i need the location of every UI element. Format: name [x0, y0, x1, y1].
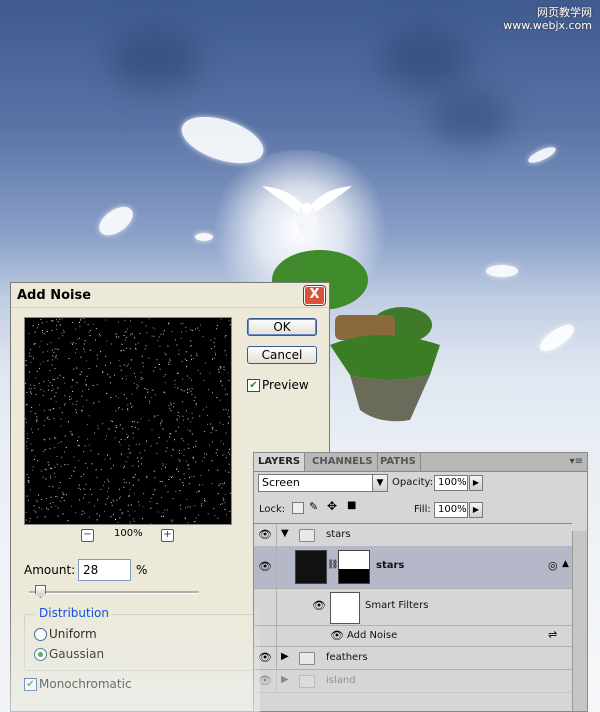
blend-mode-value: Screen	[262, 476, 300, 489]
add-noise-label: Add Noise	[347, 630, 398, 641]
monochromatic-checkbox[interactable]: ✔	[24, 678, 37, 691]
feather	[195, 233, 213, 241]
filter-mask-thumbnail	[330, 592, 360, 624]
check-icon: ✔	[26, 679, 35, 690]
fill-input[interactable]: 100%	[434, 502, 468, 518]
eye-column	[254, 589, 277, 625]
lock-move-icon[interactable]: ✥	[327, 499, 337, 513]
floating-island	[330, 307, 440, 422]
watermark-line-1: 网页教学网	[537, 6, 592, 19]
tab-channels[interactable]: CHANNELS	[308, 453, 378, 471]
eye-icon[interactable]: 👁	[256, 651, 274, 664]
lock-transparent-icon[interactable]	[292, 502, 304, 514]
eye-icon[interactable]: 👁	[330, 629, 344, 642]
close-button[interactable]: X	[304, 286, 325, 305]
expand-arrow-icon[interactable]: ▼	[281, 528, 289, 539]
zoom-level: 100%	[114, 528, 143, 539]
dark-cloud	[380, 30, 470, 90]
layers-panel: LAYERS CHANNELS PATHS ▾≡ Screen ▼ Opacit…	[253, 452, 588, 712]
expand-arrow-icon[interactable]: ▶	[281, 674, 289, 685]
check-icon: ✔	[249, 380, 258, 391]
amount-slider-thumb[interactable]	[35, 585, 46, 598]
chevron-down-icon: ▼	[372, 475, 387, 491]
distribution-label: Distribution	[35, 606, 114, 620]
cancel-button[interactable]: Cancel	[247, 346, 317, 364]
chain-link-icon[interactable]: ⛓	[327, 560, 338, 570]
zoom-in-button[interactable]: +	[161, 529, 174, 542]
layer-row-stars-group[interactable]: 👁 ▼ stars	[254, 523, 572, 547]
preview-label: Preview	[262, 378, 309, 392]
gaussian-label: Gaussian	[49, 647, 105, 661]
layer-thumbnail	[295, 550, 327, 584]
amount-unit: %	[136, 563, 148, 577]
blend-mode-select[interactable]: Screen ▼	[258, 474, 388, 492]
monochromatic-label: Monochromatic	[39, 677, 132, 691]
preview-checkbox[interactable]: ✔	[247, 379, 260, 392]
opacity-input[interactable]: 100%	[434, 475, 468, 491]
layer-row-island-group[interactable]: 👁 ▶ island	[254, 670, 572, 693]
dialog-titlebar[interactable]: Add Noise	[11, 283, 329, 308]
add-noise-filter-row[interactable]: 👁 Add Noise ⇌	[254, 626, 572, 647]
layer-mask-thumbnail	[338, 550, 370, 584]
zoom-out-button[interactable]: −	[81, 529, 94, 542]
noise-preview-image	[25, 318, 231, 524]
lock-label: Lock:	[259, 504, 286, 515]
lock-paint-icon[interactable]: ✎	[309, 500, 318, 513]
filter-blending-icon[interactable]: ⇌	[548, 628, 557, 641]
dove	[262, 186, 352, 236]
smart-filters-row[interactable]: 👁 Smart Filters	[254, 589, 572, 626]
watermark: 网页教学网 www.webjx.com	[503, 6, 592, 32]
layer-name: feathers	[326, 652, 368, 663]
layers-scrollbar[interactable]	[572, 531, 587, 711]
dark-cloud	[110, 30, 200, 90]
amount-input[interactable]: 28	[78, 559, 131, 581]
uniform-label: Uniform	[49, 627, 97, 641]
dark-cloud	[430, 90, 510, 145]
panel-menu-icon[interactable]: ▾≡	[570, 456, 583, 467]
folder-icon	[299, 652, 315, 665]
folder-icon	[299, 675, 315, 688]
collapse-arrow-icon[interactable]: ▲	[562, 559, 569, 569]
folder-icon	[299, 529, 315, 542]
panel-tabs: LAYERS CHANNELS PATHS ▾≡	[254, 453, 587, 472]
opacity-label: Opacity:	[392, 477, 434, 488]
feather	[486, 265, 518, 277]
amount-label: Amount:	[24, 563, 76, 577]
uniform-radio[interactable]	[34, 628, 47, 641]
eye-icon[interactable]: 👁	[256, 674, 274, 687]
smart-filter-icon: ◎	[548, 559, 558, 572]
expand-arrow-icon[interactable]: ▶	[281, 651, 289, 662]
opacity-arrow-icon[interactable]: ▶	[469, 475, 483, 491]
layer-row-stars[interactable]: 👁 ⛓ stars ◎ ▲	[254, 546, 572, 589]
tab-layers[interactable]: LAYERS	[254, 453, 306, 471]
distribution-group	[24, 614, 266, 671]
layer-name: stars	[326, 529, 351, 540]
tab-paths[interactable]: PATHS	[376, 453, 421, 471]
fill-arrow-icon[interactable]: ▶	[469, 502, 483, 518]
eye-column	[254, 626, 277, 646]
eye-icon[interactable]: 👁	[312, 599, 326, 612]
dialog-title: Add Noise	[17, 287, 92, 303]
lock-all-icon[interactable]: ■	[347, 500, 356, 511]
eye-icon[interactable]: 👁	[256, 560, 274, 573]
gaussian-radio[interactable]	[34, 648, 47, 661]
ok-button[interactable]: OK	[247, 318, 317, 336]
layer-row-feathers-group[interactable]: 👁 ▶ feathers	[254, 647, 572, 670]
layer-name: stars	[376, 560, 405, 571]
noise-preview[interactable]	[24, 317, 232, 525]
smart-filters-label: Smart Filters	[365, 600, 429, 611]
fill-label: Fill:	[414, 504, 431, 515]
watermark-line-2: www.webjx.com	[503, 19, 592, 32]
layer-name: island	[326, 675, 356, 686]
eye-icon[interactable]: 👁	[256, 528, 274, 541]
amount-slider-track[interactable]	[29, 591, 199, 594]
